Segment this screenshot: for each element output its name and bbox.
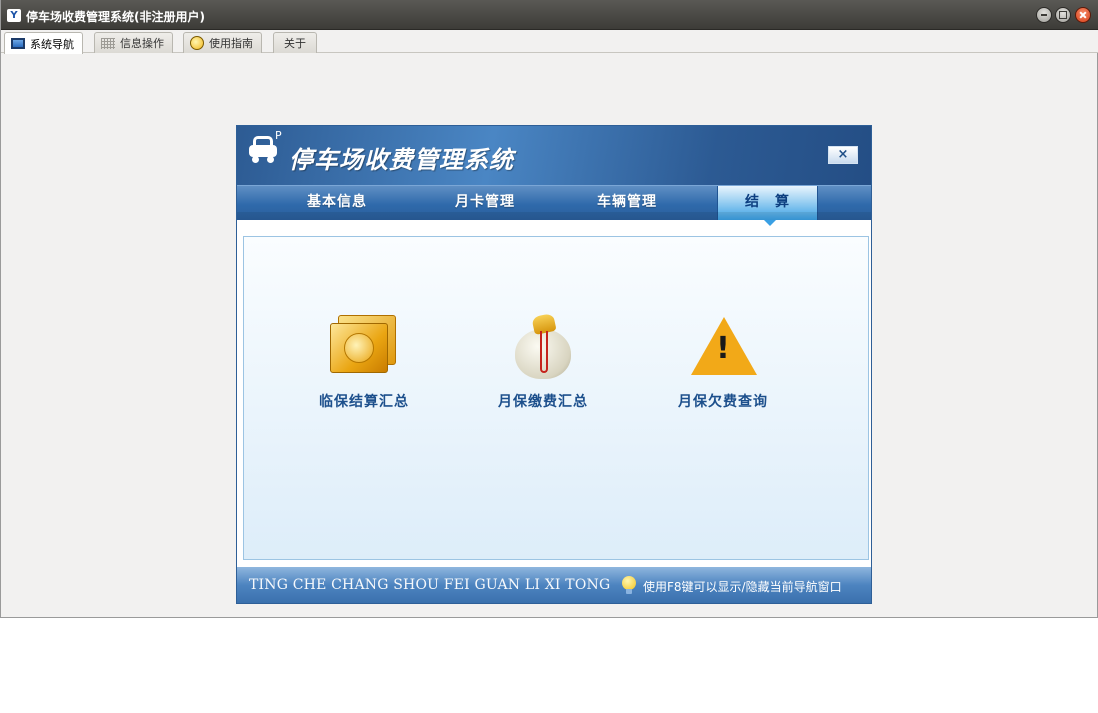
feature-monthly-payment-summary[interactable]: 月保缴费汇总 [468,307,618,411]
nav-monthly-card[interactable]: 月卡管理 [425,186,545,220]
monitor-icon [11,38,25,49]
navigation-panel: P 停车场收费管理系统 × 基本信息 月卡管理 车辆管理 结 算 临保结算汇总 [236,125,872,604]
minimize-icon[interactable] [1036,7,1052,23]
grid-icon [101,37,115,49]
help-icon [190,36,204,50]
gold-stack-icon [324,307,404,387]
tab-strip: 系统导航 信息操作 使用指南 关于 [1,30,1098,54]
nav-settlement[interactable]: 结 算 [717,186,818,226]
panel-banner: P 停车场收费管理系统 × [237,126,871,185]
nav-vehicle-mgmt[interactable]: 车辆管理 [567,186,687,220]
tab-system-nav[interactable]: 系统导航 [4,32,83,54]
car-logo-icon: P [249,129,283,166]
tab-label: 信息操作 [120,37,164,50]
settlement-content: 临保结算汇总 月保缴费汇总 ! 月保欠费查询 [243,236,869,560]
feature-monthly-arrears-query[interactable]: ! 月保欠费查询 [648,307,798,411]
main-window: Y 停车场收费管理系统(非注册用户) 系统导航 信息操作 使用指南 关于 P 停… [0,0,1098,618]
footer-tip: 使用F8键可以显示/隐藏当前导航窗口 [643,580,842,594]
feature-label: 月保欠费查询 [678,394,768,410]
panel-close-button[interactable]: × [828,146,858,164]
tab-label: 关于 [284,37,306,50]
warning-icon: ! [683,307,763,387]
nav-basic-info[interactable]: 基本信息 [277,186,397,220]
tab-user-guide[interactable]: 使用指南 [183,32,262,53]
logo-letter: P [275,129,282,142]
money-bag-icon [503,307,583,387]
maximize-icon[interactable] [1055,7,1071,23]
module-nav-bar: 基本信息 月卡管理 车辆管理 结 算 [237,185,871,226]
close-icon[interactable] [1075,7,1091,23]
window-title: 停车场收费管理系统(非注册用户) [26,10,205,24]
tab-about[interactable]: 关于 [273,32,317,53]
panel-footer: TING CHE CHANG SHOU FEI GUAN LI XI TONG … [237,567,871,603]
tab-label: 系统导航 [30,37,74,51]
tab-label: 使用指南 [209,37,253,50]
panel-title: 停车场收费管理系统 [289,146,514,174]
feature-label: 临保结算汇总 [319,394,409,410]
app-logo-icon: Y [7,9,21,22]
tab-info-ops[interactable]: 信息操作 [94,32,173,53]
footer-pinyin: TING CHE CHANG SHOU FEI GUAN LI XI TONG [249,577,611,593]
title-bar[interactable]: Y 停车场收费管理系统(非注册用户) [1,0,1098,30]
feature-label: 月保缴费汇总 [498,394,588,410]
feature-temp-settlement-summary[interactable]: 临保结算汇总 [289,307,439,411]
bulb-icon [622,576,636,594]
